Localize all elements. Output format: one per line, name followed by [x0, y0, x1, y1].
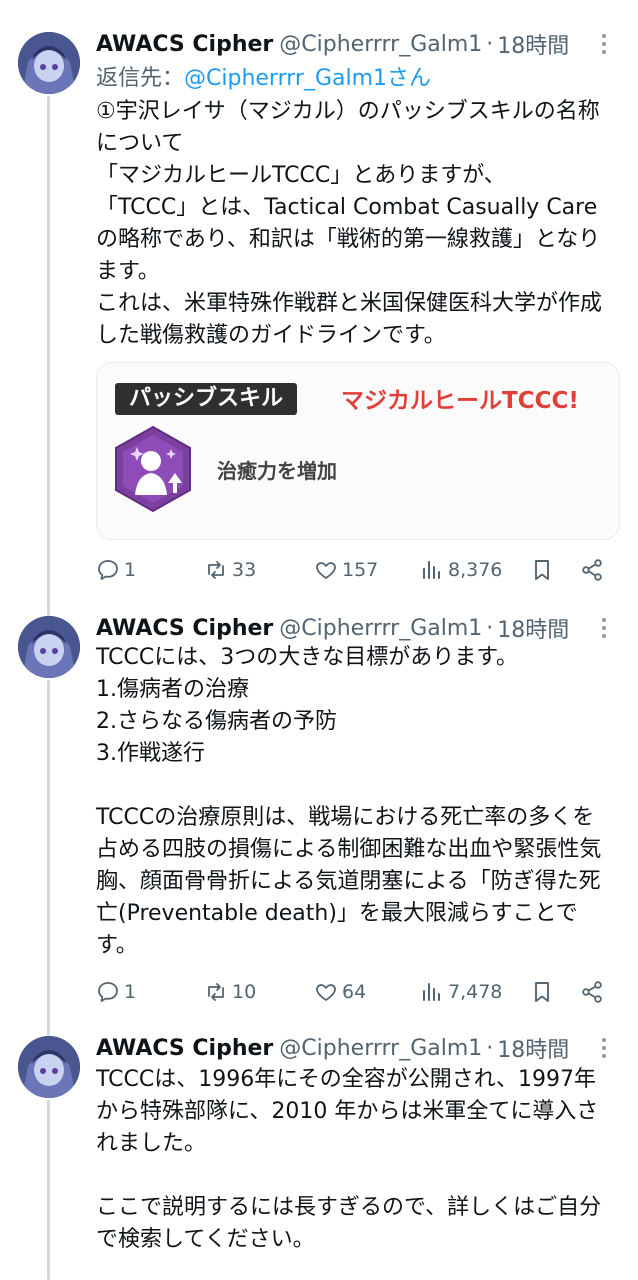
- author-name[interactable]: AWACS Cipher: [96, 1036, 273, 1061]
- timestamp[interactable]: 18時間: [497, 612, 569, 644]
- bookmark-icon: [535, 982, 549, 1002]
- more-icon[interactable]: [592, 1036, 616, 1060]
- views-count: 7,478: [448, 981, 503, 1003]
- views-button[interactable]: 8,376: [420, 554, 502, 586]
- tweet-header: AWACS Cipher @Cipherrrr_Galm1 · 18時間: [96, 1032, 569, 1064]
- views-icon: [423, 561, 440, 579]
- retweet-count: 10: [232, 981, 257, 1003]
- reply-button[interactable]: 1: [96, 976, 136, 1008]
- reply-to-prefix: 返信先：: [96, 66, 185, 91]
- like-icon: [316, 984, 336, 1001]
- like-button[interactable]: 64: [314, 976, 366, 1008]
- bookmark-icon: [535, 560, 549, 580]
- avatar[interactable]: [18, 1036, 80, 1098]
- tweet-header: AWACS Cipher @Cipherrrr_Galm1 · 18時間: [96, 28, 569, 60]
- skill-name: マジカルヒールTCCC!: [341, 388, 579, 414]
- media-card[interactable]: パッシブスキル マジカルヒールTCCC! 治癒力を増加: [96, 362, 620, 540]
- retweet-icon: [208, 561, 224, 579]
- tweet-text: TCCCには、3つの大きな目標があります。 1.傷病者の治療 2.さらなる傷病者…: [96, 645, 602, 958]
- share-button[interactable]: [580, 976, 608, 1008]
- timestamp[interactable]: 18時間: [497, 1032, 569, 1064]
- retweet-button[interactable]: 10: [204, 976, 256, 1008]
- action-bar: 1 10 64 7,478: [96, 976, 616, 1008]
- separator-dot: ·: [486, 31, 494, 57]
- views-count: 8,376: [448, 559, 503, 581]
- skill-heal-icon: [113, 425, 193, 513]
- share-icon: [582, 981, 602, 1003]
- retweet-icon: [208, 983, 224, 1001]
- separator-dot: ·: [486, 615, 494, 641]
- author-handle[interactable]: @Cipherrrr_Galm1: [279, 1036, 482, 1061]
- tweet[interactable]: AWACS Cipher @Cipherrrr_Galm1 · 18時間 TCC…: [0, 1032, 638, 1280]
- like-count: 157: [342, 559, 379, 581]
- retweet-count: 33: [232, 559, 257, 581]
- author-handle[interactable]: @Cipherrrr_Galm1: [279, 616, 482, 641]
- reply-to-line: 返信先：@Cipherrrr_Galm1さん: [96, 60, 431, 92]
- bookmark-button[interactable]: [530, 976, 558, 1008]
- reply-icon: [98, 982, 118, 1002]
- timestamp[interactable]: 18時間: [497, 28, 569, 60]
- reply-button[interactable]: 1: [96, 554, 136, 586]
- retweet-button[interactable]: 33: [204, 554, 256, 586]
- views-button[interactable]: 7,478: [420, 976, 502, 1008]
- like-button[interactable]: 157: [314, 554, 378, 586]
- share-icon: [582, 559, 602, 581]
- tweet[interactable]: AWACS Cipher @Cipherrrr_Galm1 · 18時間 返信先…: [0, 28, 638, 598]
- avatar[interactable]: [18, 616, 80, 678]
- bookmark-button[interactable]: [530, 554, 558, 586]
- avatar[interactable]: [18, 32, 80, 94]
- separator-dot: ·: [486, 1035, 494, 1061]
- tweet-text: ①宇沢レイサ（マジカル）のパッシブスキルの名称について 「マジカルヒールTCCC…: [96, 99, 603, 348]
- tweet-text: TCCCは、1996年にその全容が公開され、1997年から特殊部隊に、2010 …: [96, 1067, 602, 1252]
- skill-description: 治癒力を増加: [217, 459, 337, 483]
- like-count: 64: [342, 981, 367, 1003]
- author-name[interactable]: AWACS Cipher: [96, 32, 273, 57]
- like-icon: [316, 562, 336, 579]
- more-icon[interactable]: [592, 32, 616, 56]
- views-icon: [423, 983, 440, 1001]
- author-handle[interactable]: @Cipherrrr_Galm1: [279, 32, 482, 57]
- more-icon[interactable]: [592, 616, 616, 640]
- passive-skill-tag: パッシブスキル: [115, 383, 298, 415]
- tweet[interactable]: AWACS Cipher @Cipherrrr_Galm1 · 18時間 TCC…: [0, 612, 638, 1012]
- author-name[interactable]: AWACS Cipher: [96, 616, 273, 641]
- reply-count: 1: [124, 981, 137, 1003]
- reply-icon: [98, 560, 118, 580]
- tweet-header: AWACS Cipher @Cipherrrr_Galm1 · 18時間: [96, 612, 569, 644]
- reply-to-handle[interactable]: @Cipherrrr_Galm1さん: [184, 66, 431, 91]
- share-button[interactable]: [580, 554, 608, 586]
- action-bar: 1 33 157 8,376: [96, 554, 616, 586]
- reply-count: 1: [124, 559, 137, 581]
